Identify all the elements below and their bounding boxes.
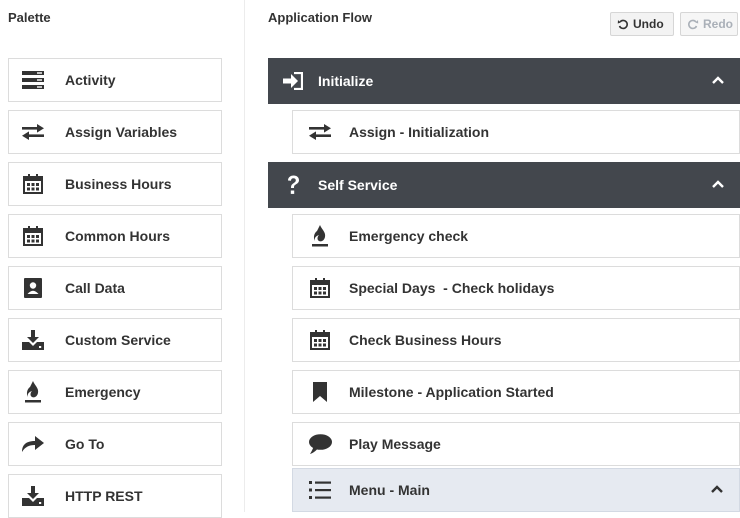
palette-item-business-hours[interactable]: Business Hours (8, 162, 222, 206)
flow-item-label: Emergency check (349, 228, 469, 244)
flow-title: Application Flow (268, 10, 372, 25)
calendar-icon (307, 276, 333, 300)
section-label: Self Service (318, 177, 398, 193)
palette-item-label: Assign Variables (65, 124, 178, 140)
redo-label: Redo (703, 17, 733, 31)
palette-item-assign-variables[interactable]: Assign Variables (8, 110, 222, 154)
swap-arrows-icon (307, 120, 333, 144)
chevron-up-icon[interactable] (712, 76, 724, 86)
forward-arrow-icon (21, 432, 45, 456)
palette-item-label: Business Hours (65, 176, 172, 192)
flow-item-emergency-check[interactable]: Emergency check (292, 214, 740, 258)
redo-icon (687, 18, 699, 30)
undo-icon (617, 18, 629, 30)
palette-item-activity[interactable]: Activity (8, 58, 222, 102)
section-label: Initialize (318, 73, 374, 89)
swap-arrows-icon (21, 120, 45, 144)
palette-item-label: Call Data (65, 280, 125, 296)
section-initialize[interactable]: Initialize (268, 58, 740, 104)
sign-in-icon (282, 70, 304, 92)
download-tray-icon (21, 484, 45, 508)
flow-item-label: Assign - Initialization (349, 124, 490, 140)
palette-item-common-hours[interactable]: Common Hours (8, 214, 222, 258)
flow-item-assign-initialization[interactable]: Assign - Initialization (292, 110, 740, 154)
flow-item-menu-main[interactable]: Menu - Main (292, 468, 740, 512)
download-tray-icon (21, 328, 45, 352)
palette-item-custom-service[interactable]: Custom Service (8, 318, 222, 362)
palette-item-call-data[interactable]: Call Data (8, 266, 222, 310)
palette-item-label: Activity (65, 72, 116, 88)
bookmark-icon (307, 380, 333, 404)
undo-label: Undo (633, 17, 664, 31)
palette-item-label: Emergency (65, 384, 141, 400)
section-self-service[interactable]: Self Service (268, 162, 740, 208)
calendar-icon (21, 224, 45, 248)
flow-item-special-days[interactable]: Special Days - Check holidays (292, 266, 740, 310)
flow-item-label: Special Days - Check holidays (349, 280, 555, 296)
flow-item-label: Check Business Hours (349, 332, 502, 348)
palette-item-emergency[interactable]: Emergency (8, 370, 222, 414)
palette-title: Palette (8, 10, 51, 25)
flow-item-label: Play Message (349, 436, 441, 452)
calendar-icon (307, 328, 333, 352)
contact-card-icon (21, 276, 45, 300)
flow-item-play-message[interactable]: Play Message (292, 422, 740, 466)
chevron-up-icon[interactable] (711, 485, 723, 495)
activity-icon (21, 68, 45, 92)
palette-item-label: Go To (65, 436, 105, 452)
flow-item-label: Menu - Main (349, 482, 430, 498)
undo-button[interactable]: Undo (610, 12, 674, 36)
palette-item-label: Custom Service (65, 332, 171, 348)
flow-item-milestone[interactable]: Milestone - Application Started (292, 370, 740, 414)
palette-item-go-to[interactable]: Go To (8, 422, 222, 466)
panel-divider (244, 0, 245, 512)
fire-icon (21, 380, 45, 404)
palette-item-http-rest[interactable]: HTTP REST (8, 474, 222, 518)
fire-icon (307, 224, 333, 248)
menu-list-icon (307, 478, 333, 502)
palette-item-label: HTTP REST (65, 488, 143, 504)
calendar-icon (21, 172, 45, 196)
question-mark-icon (282, 174, 304, 196)
speech-bubble-icon (307, 432, 333, 456)
chevron-up-icon[interactable] (712, 180, 724, 190)
palette-item-label: Common Hours (65, 228, 170, 244)
flow-item-label: Milestone - Application Started (349, 384, 554, 400)
flow-item-check-business-hours[interactable]: Check Business Hours (292, 318, 740, 362)
redo-button[interactable]: Redo (680, 12, 738, 36)
